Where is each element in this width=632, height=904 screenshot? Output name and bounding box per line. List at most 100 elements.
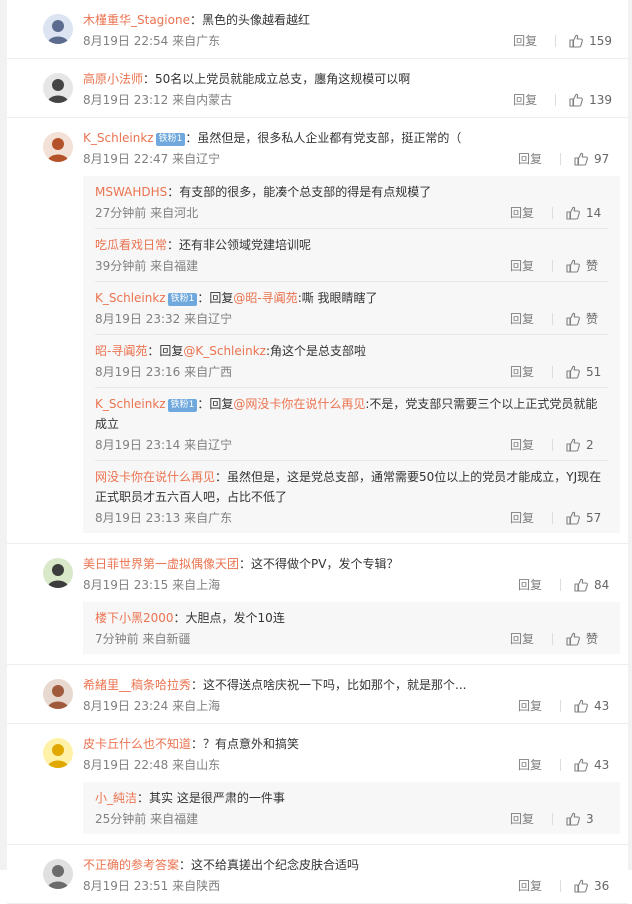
location: 来自山东 [172,758,221,772]
comment-meta: 8月19日 23:15 来自上海 回复 84 [83,574,616,596]
thumbs-up-icon[interactable] [565,205,581,221]
mention-link[interactable]: @网没卡你在说什么再见 [233,397,365,411]
thumbs-up-icon[interactable] [573,698,589,714]
like-count[interactable]: 赞 [586,255,604,277]
username-link[interactable]: 高原小法师 [83,72,143,86]
thumbs-up-icon[interactable] [568,92,584,108]
username-link[interactable]: 美日菲世界第一虚拟偶像天团 [83,557,239,571]
username-link[interactable]: 希緒里__稿条哈拉秀 [83,678,191,692]
reply-text: ：其实 这是很严肃的一件事 [137,791,285,805]
reply-button[interactable]: 回复 [510,255,534,277]
thumbs-up-icon[interactable] [565,437,581,453]
avatar-pikachu-icon[interactable] [43,738,73,768]
username-link[interactable]: K_Schleinkz [95,397,166,411]
reply-text: ：大胆点，发个10连 [173,611,285,625]
reply-item: MSWAHDHS：有支部的很多，能凑个总支部的得是有点规模了 27分钟前 来自河北… [95,176,608,229]
thumbs-up-icon[interactable] [565,510,581,526]
like-count[interactable]: 51 [586,361,604,383]
like-count[interactable]: 139 [589,89,612,111]
reply-button[interactable]: 回复 [513,30,537,52]
reply-button[interactable]: 回复 [510,308,534,330]
comment-text-line: 希緒里__稿条哈拉秀：这不得送点啥庆祝一下吗，比如那个，就是那个... [83,675,616,695]
reply-button[interactable]: 回复 [510,628,534,650]
username-link[interactable]: 小_純洁 [95,791,137,805]
avatar-cartoon-icon[interactable] [43,558,73,588]
divider [560,153,561,165]
reply-button[interactable]: 回复 [518,695,542,717]
username-link[interactable]: K_Schleinkz [95,291,166,305]
like-count[interactable]: 36 [594,875,612,897]
location: 来自上海 [172,578,221,592]
thumbs-up-icon[interactable] [565,631,581,647]
like-count[interactable]: 43 [594,695,612,717]
username-link[interactable]: MSWAHDHS [95,185,167,199]
avatar-cat-icon[interactable] [43,859,73,889]
like-count[interactable]: 97 [594,148,612,170]
reply-button[interactable]: 回复 [510,507,534,529]
reply-text-line: K_Schleinkz 铁粉1 ：回复@网没卡你在说什么再见:不是，党支部只需要三个… [95,394,608,434]
thumbs-up-icon[interactable] [565,811,581,827]
like-count[interactable]: 43 [594,754,612,776]
thumbs-up-icon[interactable] [573,878,589,894]
reply-button[interactable]: 回复 [510,361,534,383]
thumbs-up-icon[interactable] [565,311,581,327]
username-link[interactable]: 吃瓜看戏日常 [95,238,167,252]
like-count[interactable]: 3 [586,808,604,830]
reply-text: ：有支部的很多，能凑个总支部的得是有点规模了 [167,185,432,199]
reply-button[interactable]: 回复 [518,574,542,596]
thumbs-up-icon[interactable] [568,33,584,49]
like-count[interactable]: 赞 [586,308,604,330]
comment-item: 木槿重华_Stagione：黑色的头像越看越红 8月19日 22:54 来自广东 回… [7,0,628,59]
thumbs-up-icon[interactable] [573,757,589,773]
reply-text: ：回复 [147,344,184,358]
fan-badge: 铁粉1 [155,133,186,146]
thumbs-up-icon[interactable] [565,258,581,274]
username-link[interactable]: 皮卡丘什么也不知道 [83,737,191,751]
fan-badge: 铁粉1 [167,293,198,306]
thumbs-up-icon[interactable] [565,364,581,380]
reply-button[interactable]: 回复 [518,754,542,776]
like-count[interactable]: 84 [594,574,612,596]
timestamp: 8月19日 22:48 [83,758,169,772]
avatar-glasses-icon[interactable] [43,73,73,103]
reply-button[interactable]: 回复 [518,875,542,897]
like-count[interactable]: 159 [589,30,612,52]
avatar-anime-girl-icon[interactable] [43,14,73,44]
comment-text-line: 美日菲世界第一虚拟偶像天团：这不得做个PV，发个专辑？ [83,554,616,574]
like-count[interactable]: 57 [586,507,604,529]
reply-text: ：回复 [197,291,234,305]
reply-button[interactable]: 回复 [510,808,534,830]
reply-button[interactable]: 回复 [510,202,534,224]
thumbs-up-icon[interactable] [573,151,589,167]
reply-text-tail: :嘶 我眼睛瞎了 [297,291,378,305]
username-link[interactable]: 楼下小黑2000 [95,611,174,625]
avatar-redhair-icon[interactable] [43,132,73,162]
like-count[interactable]: 2 [586,434,604,456]
username-link[interactable]: 网没卡你在说什么再见 [95,470,215,484]
reply-button[interactable]: 回复 [518,148,542,170]
timestamp: 8月19日 23:16 [95,365,181,379]
reply-text-line: K_Schleinkz 铁粉1 ：回复@昭-寻阗苑:嘶 我眼睛瞎了 [95,288,608,308]
reply-meta: 8月19日 23:13 来自广东 回复 57 [95,507,608,529]
actions: 回复 57 [510,507,604,529]
reply-text-line: 网没卡你在说什么再见：虽然但是，这是党总支部，通常需要50位以上的党员才能成立，… [95,467,608,507]
reply-button[interactable]: 回复 [510,434,534,456]
username-link[interactable]: 昭-寻阗苑 [95,344,147,358]
username-link[interactable]: K_Schleinkz [83,131,154,145]
avatar-group-icon[interactable] [43,679,73,709]
divider [555,94,557,106]
comment-text: ：虽然但是，很多私人企业都有党支部，挺正常的（ [185,131,462,145]
reply-button[interactable]: 回复 [513,89,537,111]
thumbs-up-icon[interactable] [573,577,589,593]
mention-link[interactable]: @K_Schleinkz [183,344,266,358]
comment-text: ：这不得送点啥庆祝一下吗，比如那个，就是那个... [191,678,467,692]
reply-item: K_Schleinkz 铁粉1 ：回复@网没卡你在说什么再见:不是，党支部只需要三个… [95,388,608,461]
mention-link[interactable]: @昭-寻阗苑 [233,291,297,305]
divider [552,813,553,825]
comment-item: 皮卡丘什么也不知道：？有点意外和搞笑 8月19日 22:48 来自山东 回复 43 小_… [7,724,628,845]
divider [555,35,557,47]
like-count[interactable]: 14 [586,202,604,224]
username-link[interactable]: 木槿重华_Stagione [83,13,190,27]
like-count[interactable]: 赞 [586,628,604,650]
location: 来自河北 [150,206,199,220]
